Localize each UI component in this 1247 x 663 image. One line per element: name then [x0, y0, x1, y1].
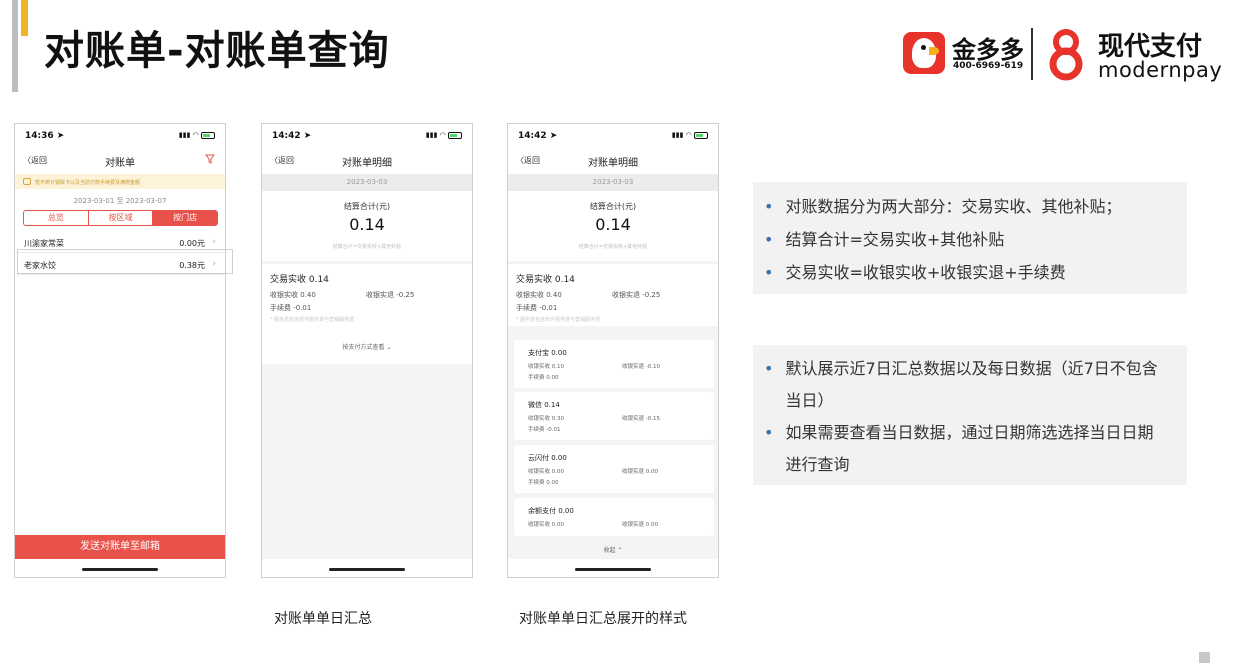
method-title: 支付宝 0.00 — [528, 349, 567, 357]
note-item: • 如果需要查看当日数据，通过日期筛选选择当日日期进行查询 — [764, 423, 1154, 474]
note-box-definitions: • 对账数据分为两大部分：交易实收、其他补贴； • 结算合计=交易实收+其他补贴 •… — [753, 182, 1187, 294]
nav-title: 对账单 — [105, 158, 135, 169]
accent-bar — [12, 0, 18, 92]
note-item: • 默认展示近7日汇总数据以及每日数据（近7日不包含当日） — [764, 359, 1158, 410]
status-icons: ▮▮▮ ◠ — [426, 131, 462, 139]
view-tabs: 总览 按区域 按门店 — [23, 210, 218, 226]
note-box-defaults: • 默认展示近7日汇总数据以及每日数据（近7日不包含当日） • 如果需要查看当日数据… — [753, 345, 1187, 485]
home-indicator — [82, 568, 158, 571]
highlight-box — [17, 249, 233, 274]
list-item: 支付宝 0.00 收银实收 0.10 收银实退 -0.10 手续费 0.00 — [514, 340, 714, 388]
list-item: 云闪付 0.00 收银实收 0.00 收银实退 0.00 手续费 0.00 — [514, 445, 714, 493]
trade-card: 交易实收 0.14 收银实收 0.40 收银实退 -0.25 手续费 -0.01… — [262, 264, 472, 364]
status-time: 14:36 ➤ — [25, 131, 65, 141]
sum-value: 0.14 — [349, 215, 385, 234]
notice-bar: 暂不统计银联卡以及当前付款手续费及满赠金额 — [15, 174, 225, 189]
navbar: 〈返回 对账单明细 — [508, 152, 718, 172]
fee-note: * 服务费包含软件服务费与营销服务费 — [270, 317, 355, 323]
method-fee: 手续费 0.00 — [528, 480, 559, 486]
phone-screen-detail-expanded: 14:42 ➤ ▮▮▮ ◠ 〈返回 对账单明细 2023-03-03 结算合计(… — [507, 123, 719, 578]
caption-daily-summary-expanded: 对账单单日汇总展开的样式 — [519, 611, 687, 627]
method-refund: 收银实退 -0.15 — [622, 416, 660, 422]
nav-title: 对账单明细 — [342, 158, 392, 169]
sum-value: 0.14 — [595, 215, 631, 234]
status-icons: ▮▮▮ ◠ — [179, 131, 215, 139]
list-item: 余额支付 0.00 收银实收 0.00 收银实退 0.00 — [514, 498, 714, 536]
method-fee: 手续费 0.00 — [528, 375, 559, 381]
date-strip: 2023-03-03 — [508, 174, 718, 191]
phone-screen-detail: 14:42 ➤ ▮▮▮ ◠ 〈返回 对账单明细 2023-03-03 结算合计(… — [261, 123, 473, 578]
trade-title: 交易实收 0.14 — [516, 275, 575, 285]
sum-formula: 结算合计=交易实收+其他补贴 — [578, 244, 648, 250]
cash-refund: 收银实退 -0.25 — [612, 291, 661, 299]
home-indicator — [575, 568, 651, 571]
summary-card: 结算合计(元) 0.14 结算合计=交易实收+其他补贴 — [508, 191, 718, 261]
brand-jdd-name: 金多多 — [952, 36, 1024, 64]
date-range[interactable]: 2023-03-01 至 2023-03-07 — [15, 196, 225, 206]
chevron-right-icon: › — [212, 237, 216, 247]
fee: 手续费 -0.01 — [270, 304, 312, 312]
tab-by-region[interactable]: 按区域 — [89, 211, 154, 225]
fee-note: * 服务费包含软件服务费与营销服务费 — [516, 317, 601, 323]
navbar: 〈返回 对账单明细 — [262, 152, 472, 172]
brand-modernpay-en: modernpay — [1098, 58, 1223, 82]
status-time: 14:42 ➤ — [272, 131, 312, 141]
tab-overview[interactable]: 总览 — [24, 211, 89, 225]
list-item: 微信 0.14 收银实收 0.30 收银实退 -0.15 手续费 -0.01 — [514, 392, 714, 440]
speaker-icon — [23, 178, 31, 185]
nav-title: 对账单明细 — [588, 158, 638, 169]
note-item: • 结算合计=交易实收+其他补贴 — [764, 230, 1005, 249]
home-indicator — [329, 568, 405, 571]
summary-card: 结算合计(元) 0.14 结算合计=交易实收+其他补贴 — [262, 191, 472, 261]
tab-by-store[interactable]: 按门店 — [153, 211, 217, 225]
page-title: 对账单-对账单查询 — [44, 28, 390, 74]
accent-bar-yellow — [21, 0, 28, 36]
note-item: • 对账数据分为两大部分：交易实收、其他补贴； — [764, 197, 1122, 216]
method-in: 收银实收 0.30 — [528, 416, 564, 422]
date-strip: 2023-03-03 — [262, 174, 472, 191]
send-email-button[interactable]: 发送对账单至邮箱 — [15, 535, 225, 559]
modernpay-logo-icon — [1049, 29, 1083, 81]
trade-title: 交易实收 0.14 — [270, 275, 329, 285]
sum-label: 结算合计(元) — [589, 202, 637, 211]
method-refund: 收银实退 -0.10 — [622, 364, 660, 370]
sum-label: 结算合计(元) — [343, 202, 391, 211]
collapse-link[interactable]: 收起 ⌃ — [508, 545, 718, 554]
status-icons: ▮▮▮ ◠ — [672, 131, 708, 139]
filter-icon[interactable] — [205, 154, 215, 164]
sum-formula: 结算合计=交易实收+其他补贴 — [332, 244, 402, 250]
corner-square — [1199, 652, 1210, 663]
cash-in: 收银实收 0.40 — [516, 291, 562, 299]
fee: 手续费 -0.01 — [516, 304, 558, 312]
notice-text: 暂不统计银联卡以及当前付款手续费及满赠金额 — [35, 180, 141, 186]
expand-by-method-link[interactable]: 按支付方式查看 ⌄ — [262, 342, 472, 351]
eagle-logo-icon — [903, 32, 945, 74]
status-time: 14:42 ➤ — [518, 131, 558, 141]
method-refund: 收银实退 0.00 — [622, 522, 658, 528]
note-item: • 交易实收=收银实收+收银实退+手续费 — [764, 263, 1066, 282]
trade-card: 交易实收 0.14 收银实收 0.40 收银实退 -0.25 手续费 -0.01… — [508, 264, 718, 326]
phone-screen-statement: 14:36 ➤ ▮▮▮ ◠ 〈返回 对账单 暂不统计银联卡以及当前付款手续费及满… — [14, 123, 226, 578]
store-amount: 0.00元 — [179, 239, 205, 248]
cash-refund: 收银实退 -0.25 — [366, 291, 415, 299]
navbar: 〈返回 对账单 — [15, 152, 225, 172]
method-in: 收银实收 0.10 — [528, 364, 564, 370]
method-refund: 收银实退 0.00 — [622, 469, 658, 475]
method-in: 收银实收 0.00 — [528, 469, 564, 475]
cash-in: 收银实收 0.40 — [270, 291, 316, 299]
brand-divider — [1031, 28, 1033, 80]
method-title: 余额支付 0.00 — [528, 507, 574, 515]
store-name: 川渝家常菜 — [24, 239, 64, 248]
brand-jdd-phone: 400-6969-619 — [953, 61, 1024, 71]
method-in: 收银实收 0.00 — [528, 522, 564, 528]
method-title: 微信 0.14 — [528, 401, 560, 409]
method-fee: 手续费 -0.01 — [528, 427, 561, 433]
method-title: 云闪付 0.00 — [528, 454, 567, 462]
caption-daily-summary: 对账单单日汇总 — [274, 611, 372, 627]
